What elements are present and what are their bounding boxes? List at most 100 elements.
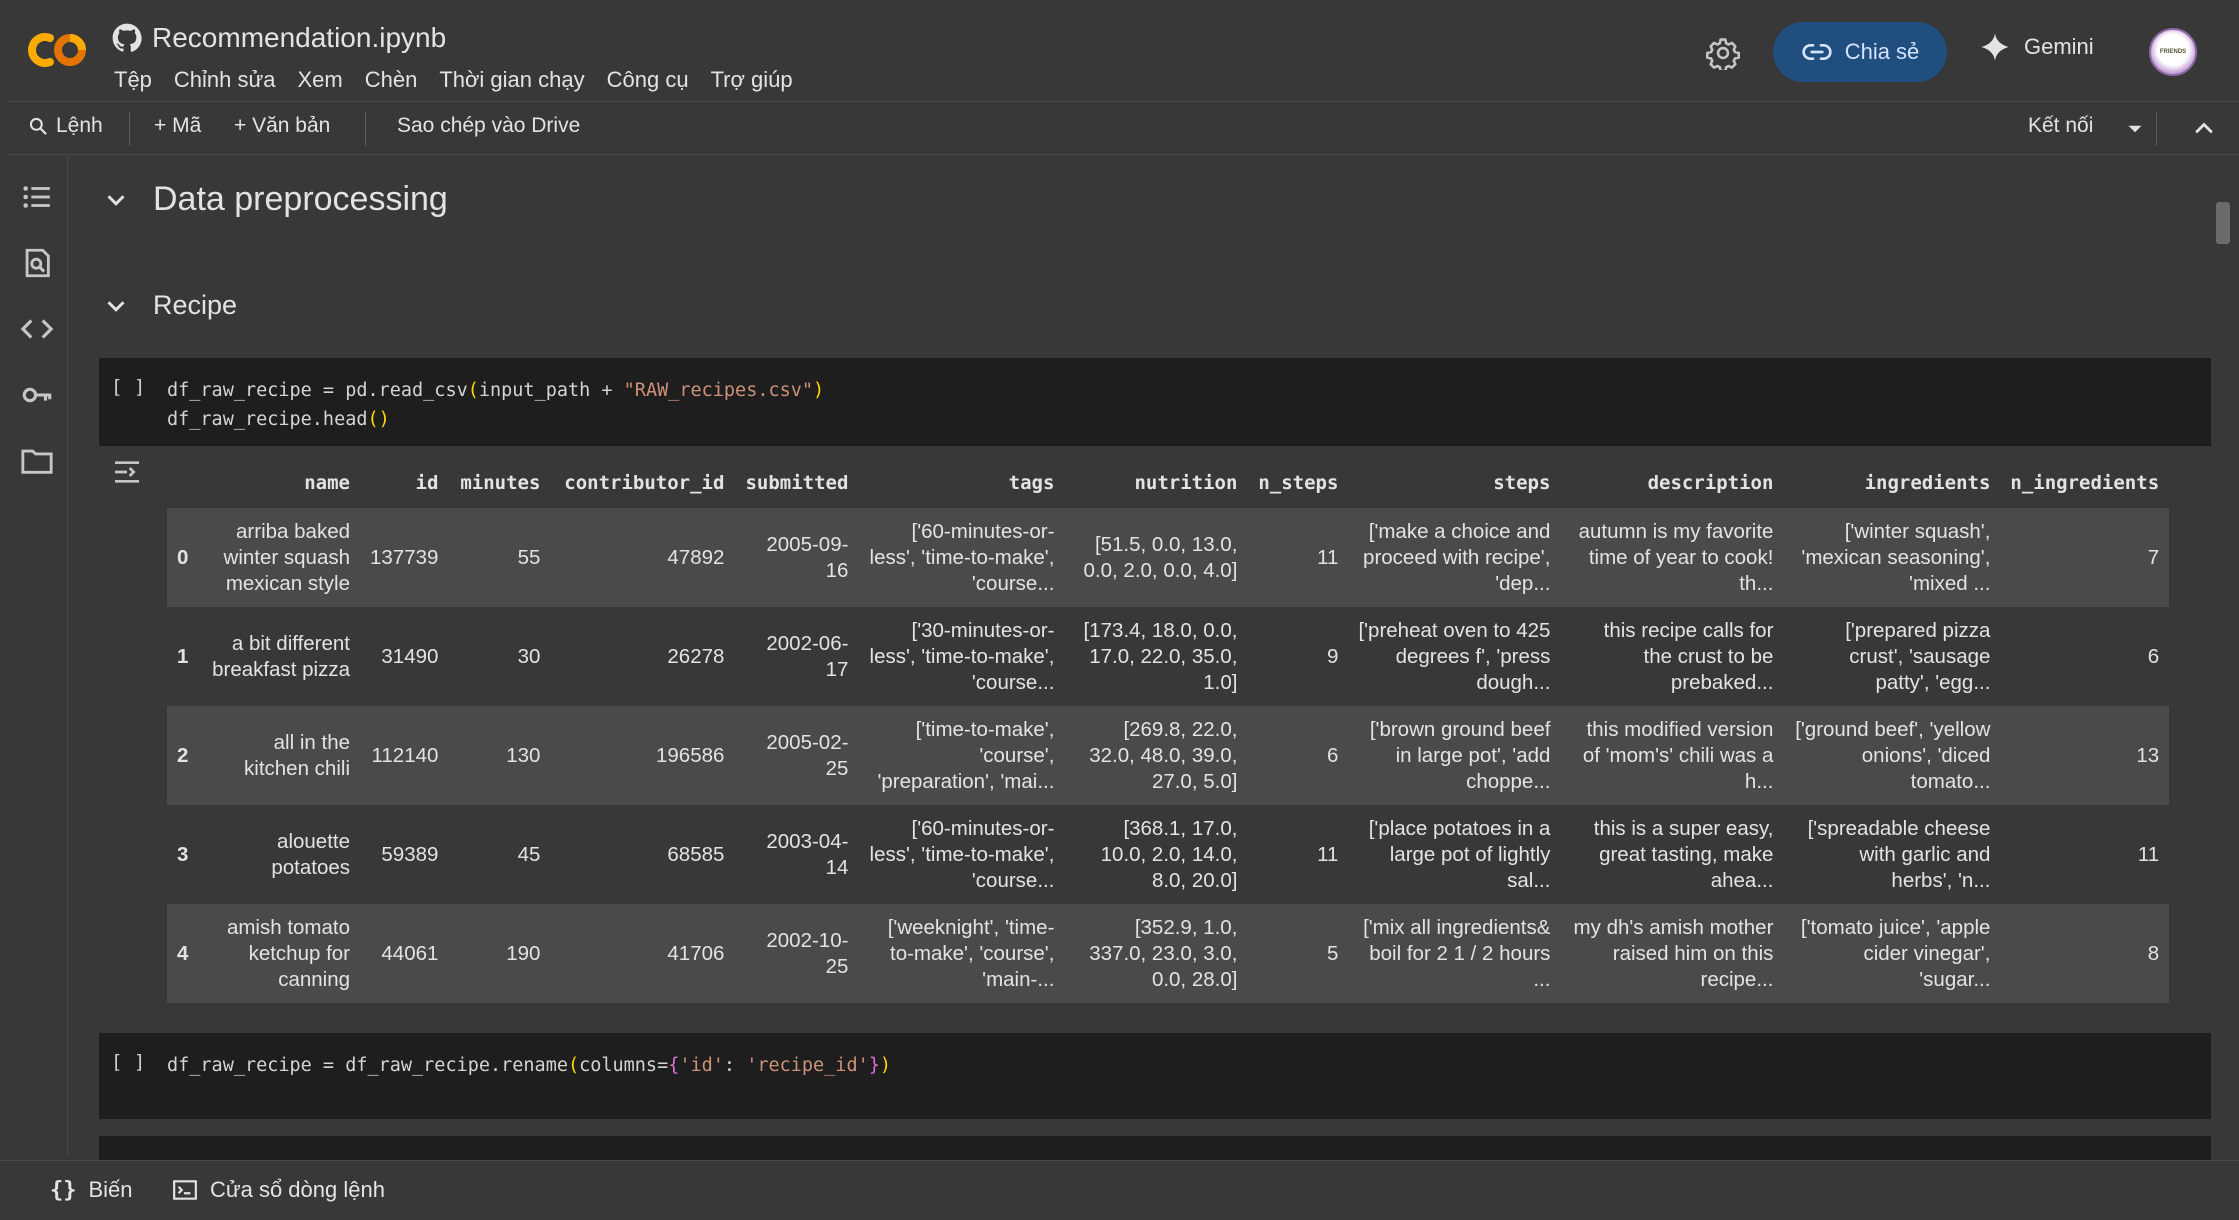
notebook-toolbar: Lệnh + Mã + Văn bản Sao chép vào Drive K… bbox=[8, 101, 2239, 155]
folder-icon[interactable] bbox=[20, 444, 54, 478]
column-header: n_ingredients bbox=[2010, 472, 2160, 494]
table-cell-contributor_id: 41706 bbox=[550, 904, 735, 1003]
code-cell[interactable] bbox=[99, 1136, 2211, 1160]
chevron-down-icon[interactable] bbox=[2122, 116, 2148, 142]
toc-icon[interactable] bbox=[20, 180, 54, 214]
avatar[interactable]: FRIENDS bbox=[2149, 28, 2197, 76]
gemini-sparkle-icon bbox=[1981, 33, 2009, 61]
colab-logo[interactable] bbox=[26, 30, 90, 70]
table-cell-name: arriba baked winter squash mexican style bbox=[199, 508, 360, 607]
terminal-button[interactable]: Cửa sổ dòng lệnh bbox=[172, 1177, 385, 1203]
table-cell-ingredients: ['winter squash', 'mexican seasoning', '… bbox=[1783, 508, 2001, 607]
menu-runtime[interactable]: Thời gian chạy bbox=[428, 65, 595, 95]
code-token: ( bbox=[567, 1055, 580, 1076]
notebook-title[interactable]: Recommendation.ipynb bbox=[152, 22, 446, 54]
code-token: df_raw_recipe = df_raw_recipe.rename bbox=[167, 1055, 568, 1076]
chevron-down-icon[interactable] bbox=[101, 291, 131, 321]
variables-label: Biến bbox=[88, 1177, 133, 1202]
gemini-button[interactable]: Gemini bbox=[1980, 32, 2094, 62]
table-cell-name: amish tomato ketchup for canning bbox=[199, 904, 360, 1003]
key-icon[interactable] bbox=[20, 378, 54, 412]
code-cell[interactable]: [ ] df_raw_recipe = df_raw_recipe.rename… bbox=[99, 1033, 2211, 1119]
table-cell-n_steps: 11 bbox=[1247, 508, 1349, 607]
table-cell-minutes: 45 bbox=[448, 805, 551, 904]
table-cell-contributor_id: 26278 bbox=[550, 607, 735, 706]
column-header: n_steps bbox=[1258, 472, 1339, 494]
column-header: submitted bbox=[745, 472, 849, 494]
menu-tools[interactable]: Công cụ bbox=[596, 65, 700, 95]
variables-button[interactable]: {} Biến bbox=[50, 1177, 133, 1203]
menu-help[interactable]: Trợ giúp bbox=[700, 65, 804, 95]
column-header bbox=[167, 458, 199, 508]
link-icon bbox=[1802, 43, 1832, 60]
copy-to-drive-label: Sao chép vào Drive bbox=[397, 114, 581, 137]
section-heading-1: Data preprocessing bbox=[101, 180, 448, 219]
variables-icon: {} bbox=[50, 1177, 77, 1203]
table-cell-contributor_id: 47892 bbox=[550, 508, 735, 607]
code-editor[interactable]: df_raw_recipe = df_raw_recipe.rename(col… bbox=[167, 1051, 891, 1080]
output-options-icon[interactable] bbox=[111, 456, 143, 488]
table-cell-id: 59389 bbox=[360, 805, 449, 904]
share-button[interactable]: Chia sẻ bbox=[1773, 22, 1947, 82]
table-cell-minutes: 190 bbox=[448, 904, 551, 1003]
add-code-button[interactable]: + Mã bbox=[154, 114, 201, 138]
table-cell-tags: ['60-minutes-or-less', 'time-to-make', '… bbox=[858, 805, 1065, 904]
column-header: description bbox=[1647, 472, 1774, 494]
table-cell-description: autumn is my favorite time of year to co… bbox=[1560, 508, 1784, 607]
table-cell-steps: ['make a choice and proceed with recipe'… bbox=[1348, 508, 1561, 607]
code-string: 'id' bbox=[679, 1055, 724, 1076]
command-palette-button[interactable]: Lệnh bbox=[28, 114, 103, 138]
menu-view[interactable]: Xem bbox=[286, 65, 353, 95]
table-cell-ingredients: ['tomato juice', 'apple cider vinegar', … bbox=[1783, 904, 2001, 1003]
table-row: 4 amish tomato ketchup for canning 44061 19… bbox=[167, 904, 2170, 1003]
table-cell-tags: ['time-to-make', 'course', 'preparation'… bbox=[858, 706, 1065, 805]
table-cell-steps: ['place potatoes in a large pot of light… bbox=[1348, 805, 1561, 904]
chevron-up-icon[interactable] bbox=[2190, 114, 2218, 142]
settings-icon[interactable] bbox=[1706, 36, 1740, 70]
code-editor[interactable]: df_raw_recipe = pd.read_csv(input_path +… bbox=[167, 376, 824, 434]
copy-to-drive-button[interactable]: Sao chép vào Drive bbox=[397, 114, 580, 138]
table-cell-steps: ['preheat oven to 425 degrees f', 'press… bbox=[1348, 607, 1561, 706]
code-token: ) bbox=[879, 1055, 892, 1076]
menu-file[interactable]: Tệp bbox=[112, 65, 163, 95]
code-string: "RAW_recipes.csv" bbox=[623, 380, 814, 401]
find-icon[interactable] bbox=[20, 246, 54, 280]
table-cell-steps: ['brown ground beef in large pot', 'add … bbox=[1348, 706, 1561, 805]
code-cell[interactable]: [ ] df_raw_recipe = pd.read_csv(input_pa… bbox=[99, 358, 2211, 446]
row-index: 2 bbox=[167, 706, 199, 805]
toolbar-divider bbox=[2156, 112, 2157, 146]
dataframe-table: name id minutes contributor_id submitted… bbox=[167, 458, 2170, 1003]
table-cell-description: this recipe calls for the crust to be pr… bbox=[1560, 607, 1784, 706]
table-cell-n_ingredients: 7 bbox=[2000, 508, 2170, 607]
table-cell-n_ingredients: 8 bbox=[2000, 904, 2170, 1003]
column-header: name bbox=[304, 472, 350, 494]
toolbar-divider bbox=[129, 112, 130, 146]
share-label: Chia sẻ bbox=[1844, 39, 1920, 64]
table-row: 0 arriba baked winter squash mexican styl… bbox=[167, 508, 2170, 607]
column-header: minutes bbox=[460, 472, 541, 494]
connect-button[interactable]: Kết nối bbox=[2028, 114, 2093, 138]
code-token: ) bbox=[378, 409, 390, 430]
row-index: 1 bbox=[167, 607, 199, 706]
column-header: ingredients bbox=[1864, 472, 1991, 494]
table-cell-submitted: 2002-06-17 bbox=[734, 607, 859, 706]
table-cell-nutrition: [352.9, 1.0, 337.0, 23.0, 3.0, 0.0, 28.0… bbox=[1064, 904, 1248, 1003]
run-cell-button[interactable]: [ ] bbox=[111, 1051, 145, 1073]
menu-insert[interactable]: Chèn bbox=[354, 65, 429, 95]
search-icon bbox=[29, 117, 47, 135]
terminal-label: Cửa sổ dòng lệnh bbox=[210, 1177, 385, 1202]
table-cell-contributor_id: 196586 bbox=[550, 706, 735, 805]
table-cell-n_steps: 11 bbox=[1247, 805, 1349, 904]
code-icon[interactable] bbox=[20, 312, 54, 346]
table-cell-minutes: 130 bbox=[448, 706, 551, 805]
github-icon[interactable] bbox=[112, 23, 142, 53]
add-text-button[interactable]: + Văn bản bbox=[234, 114, 330, 138]
menu-edit[interactable]: Chỉnh sửa bbox=[163, 65, 287, 95]
scrollbar-thumb[interactable] bbox=[2216, 202, 2230, 244]
chevron-down-icon[interactable] bbox=[101, 185, 131, 215]
table-cell-description: this modified version of 'mom's' chili w… bbox=[1560, 706, 1784, 805]
table-cell-n_steps: 5 bbox=[1247, 904, 1349, 1003]
add-code-label: + Mã bbox=[154, 114, 202, 137]
run-cell-button[interactable]: [ ] bbox=[111, 376, 145, 398]
menu-bar: Tệp Chỉnh sửa Xem Chèn Thời gian chạy Cô… bbox=[112, 65, 804, 95]
